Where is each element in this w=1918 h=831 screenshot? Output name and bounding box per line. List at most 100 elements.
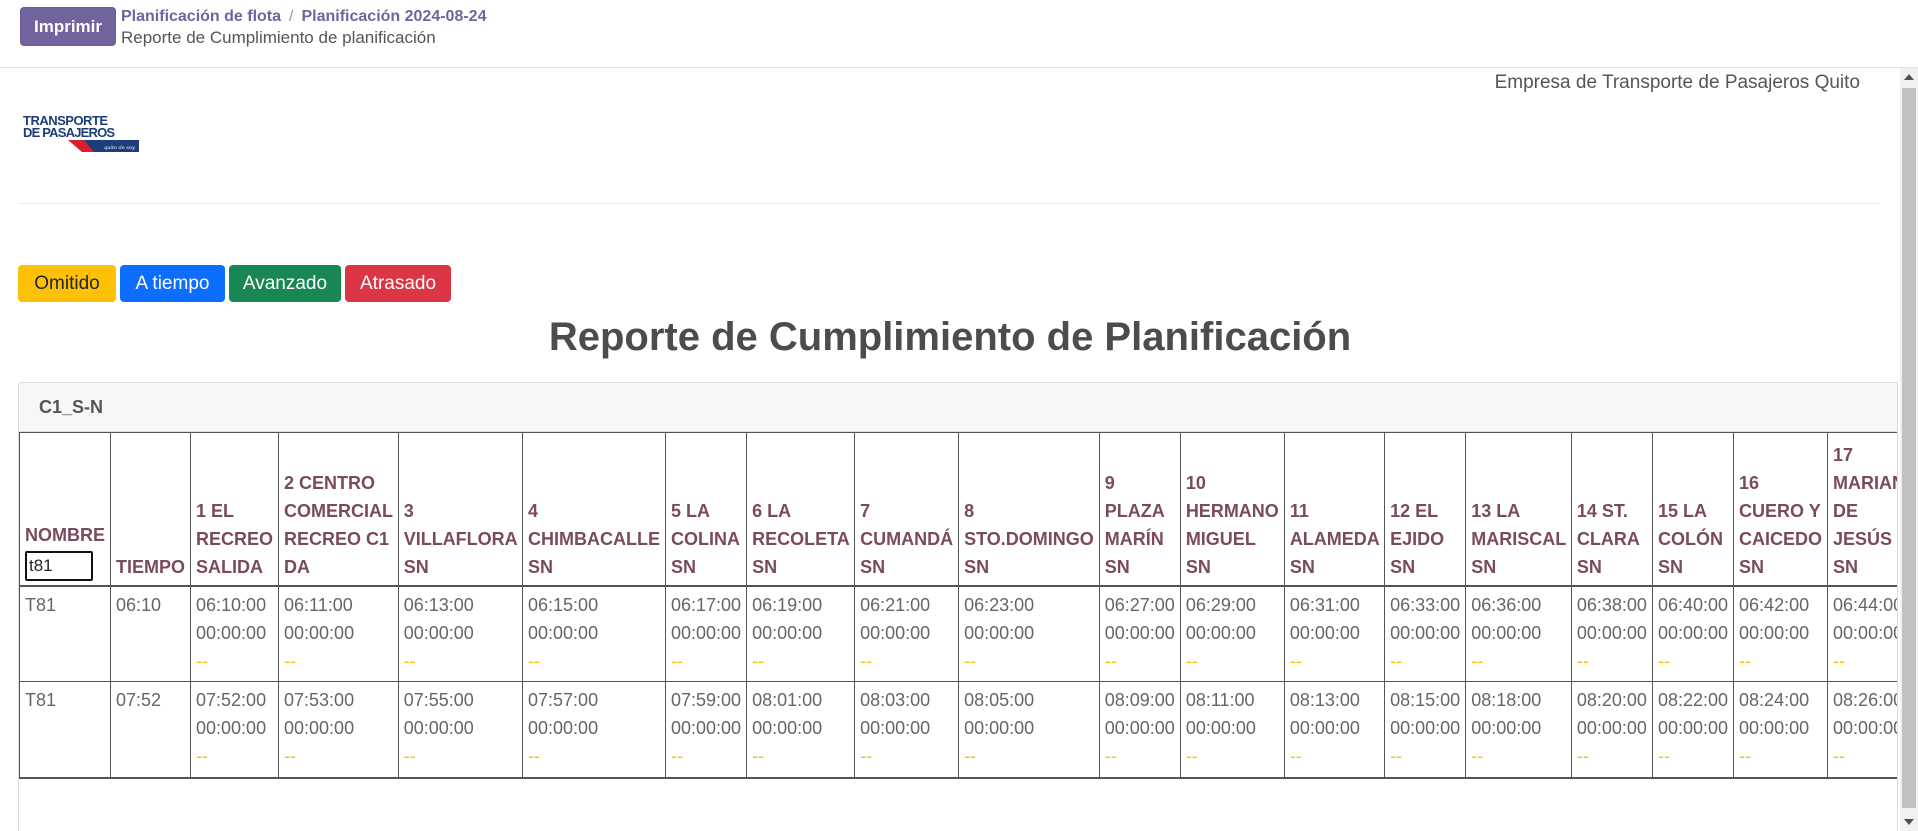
planned-time: 08:13:00 <box>1289 690 1360 710</box>
actual-time: 00:00:00 <box>752 622 823 643</box>
cell-stop-time: 06:10:00 00:00:00 -- <box>190 585 280 682</box>
cell-stop-time: 07:59:00 00:00:00 -- <box>664 681 748 779</box>
actual-time: 00:00:00 <box>752 718 823 738</box>
column-header-label: 13 LA MARISCAL SN <box>1471 500 1566 577</box>
actual-time: 00:00:00 <box>1739 622 1810 643</box>
planned-time: 08:05:00 <box>964 690 1035 710</box>
column-header-tiempo: TIEMPO <box>109 432 192 587</box>
column-header-nombre: NOMBRE <box>19 432 111 587</box>
status-indicator: -- <box>1471 746 1484 766</box>
cell-stop-time: 06:27:00 00:00:00 -- <box>1098 585 1181 682</box>
column-header-label: 10 HERMANO MIGUEL SN <box>1185 472 1279 577</box>
status-indicator: -- <box>964 650 977 671</box>
scrollbar-thumb[interactable] <box>1902 88 1916 808</box>
planned-time: 08:15:00 <box>1390 690 1461 710</box>
column-header-stop: 16 CUERO Y CAICEDO SN <box>1733 432 1829 587</box>
status-indicator: -- <box>528 650 541 671</box>
cell-stop-time: 06:15:00 00:00:00 -- <box>522 585 666 682</box>
status-indicator: -- <box>1390 650 1403 671</box>
cell-stop-time: 07:52:00 00:00:00 -- <box>190 681 280 779</box>
status-indicator: -- <box>1833 746 1846 766</box>
column-header-stop: 7 CUMANDÁ SN <box>854 432 960 587</box>
column-header-label: 4 CHIMBACALLE SN <box>528 500 661 577</box>
planned-time: 07:52:00 <box>196 690 267 710</box>
schedule-table-wrapper[interactable]: NOMBRE TIEMPO 1 EL RECREO SALIDA2 CENTRO C… <box>19 432 1897 831</box>
column-header-stop: 9 PLAZA MARÍN SN <box>1098 432 1181 587</box>
status-indicator: -- <box>284 746 297 766</box>
actual-time: 00:00:00 <box>1739 718 1810 738</box>
status-indicator: -- <box>1390 746 1403 766</box>
cell-stop-time: 08:11:00 00:00:00 -- <box>1179 681 1285 779</box>
status-indicator: -- <box>1739 746 1752 766</box>
column-header-stop: 2 CENTRO COMERCIAL RECREO C1 DA <box>278 432 399 587</box>
planned-time: 08:09:00 <box>1104 690 1175 710</box>
column-header-stop: 12 EL EJIDO SN <box>1384 432 1467 587</box>
status-indicator: -- <box>1833 650 1846 671</box>
cell-stop-time: 08:18:00 00:00:00 -- <box>1465 681 1572 779</box>
planned-time: 08:26:00 <box>1833 690 1897 710</box>
actual-time: 00:00:00 <box>964 718 1035 738</box>
breadcrumb-item-fleet-planning[interactable]: Planificación de flota <box>121 8 281 25</box>
company-logo: TRANSPORTE DE PASAJEROS quito de soy <box>23 113 139 152</box>
cell-stop-time: 06:40:00 00:00:00 -- <box>1651 585 1735 682</box>
status-indicator: -- <box>1185 746 1198 766</box>
planned-time: 07:55:00 <box>403 690 474 710</box>
actual-time: 00:00:00 <box>1104 718 1175 738</box>
column-header-stop: 8 STO.DOMINGO SN <box>958 432 1100 587</box>
scroll-down-icon[interactable] <box>1904 819 1914 825</box>
breadcrumb-item-planning-date[interactable]: Planificación 2024-08-24 <box>301 8 486 25</box>
column-header-label: 6 LA RECOLETA SN <box>752 500 850 577</box>
print-button[interactable]: Imprimir <box>20 7 116 46</box>
status-indicator: -- <box>860 650 873 671</box>
planned-time: 07:53:00 <box>284 690 355 710</box>
scroll-up-icon[interactable] <box>1904 74 1914 80</box>
schedule-table: NOMBRE TIEMPO 1 EL RECREO SALIDA2 CENTRO C… <box>19 432 1897 779</box>
header-divider <box>18 203 1880 204</box>
actual-time: 00:00:00 <box>528 718 599 738</box>
cell-stop-time: 08:24:00 00:00:00 -- <box>1733 681 1829 779</box>
column-header-stop: 15 LA COLÓN SN <box>1651 432 1735 587</box>
column-header-stop: 3 VILLAFLORA SN <box>397 432 524 587</box>
status-indicator: -- <box>1657 746 1670 766</box>
column-header-stop: 6 LA RECOLETA SN <box>746 432 856 587</box>
cell-stop-time: 08:22:00 00:00:00 -- <box>1651 681 1735 779</box>
company-name: Empresa de Transporte de Pasajeros Quito <box>1494 72 1860 93</box>
breadcrumb-separator: / <box>289 8 294 25</box>
status-indicator: -- <box>196 746 209 766</box>
column-header-label: 3 VILLAFLORA SN <box>403 500 518 577</box>
status-indicator: -- <box>528 746 541 766</box>
status-indicator: -- <box>1576 746 1589 766</box>
table-header-row: NOMBRE TIEMPO 1 EL RECREO SALIDA2 CENTRO C… <box>19 432 1897 587</box>
status-indicator: -- <box>1289 650 1302 671</box>
actual-time: 00:00:00 <box>1185 622 1256 643</box>
status-indicator: -- <box>671 650 683 671</box>
planned-time: 08:20:00 <box>1576 690 1647 710</box>
status-indicator: -- <box>1739 650 1752 671</box>
planned-time: 06:11:00 <box>284 594 353 615</box>
report-content: Empresa de Transporte de Pasajeros Quito… <box>0 68 1900 831</box>
cell-time: 07:52 <box>109 681 192 779</box>
cell-stop-time: 07:57:00 00:00:00 -- <box>522 681 666 779</box>
cell-stop-time: 08:01:00 00:00:00 -- <box>746 681 856 779</box>
column-header-label: 9 PLAZA MARÍN SN <box>1104 472 1165 577</box>
cell-stop-time: 06:38:00 00:00:00 -- <box>1570 585 1653 682</box>
column-header-label: 2 CENTRO COMERCIAL RECREO C1 DA <box>284 472 393 577</box>
column-header-stop: 11 ALAMEDA SN <box>1283 432 1386 587</box>
status-indicator: -- <box>964 746 977 766</box>
actual-time: 00:00:00 <box>403 622 474 643</box>
route-card: C1_S-N NOMBRE TIEMPO 1 EL RECREO SALIDA2 C… <box>18 382 1898 831</box>
page-scrollbar[interactable] <box>1900 68 1918 831</box>
actual-time: 00:00:00 <box>1390 622 1461 643</box>
breadcrumb: Planificación de flota / Planificación 202… <box>121 8 486 26</box>
planned-time: 06:31:00 <box>1289 594 1360 615</box>
cell-stop-time: 08:05:00 00:00:00 -- <box>958 681 1100 779</box>
column-header-label: 12 EL EJIDO SN <box>1390 500 1445 577</box>
cell-stop-time: 06:29:00 00:00:00 -- <box>1179 585 1285 682</box>
name-filter-input[interactable] <box>25 550 93 581</box>
actual-time: 00:00:00 <box>403 718 474 738</box>
column-header-label: 8 STO.DOMINGO SN <box>964 500 1094 577</box>
column-header-stop: 10 HERMANO MIGUEL SN <box>1179 432 1285 587</box>
cell-stop-time: 08:03:00 00:00:00 -- <box>854 681 960 779</box>
planned-time: 08:11:00 <box>1185 690 1255 710</box>
actual-time: 00:00:00 <box>196 718 267 738</box>
